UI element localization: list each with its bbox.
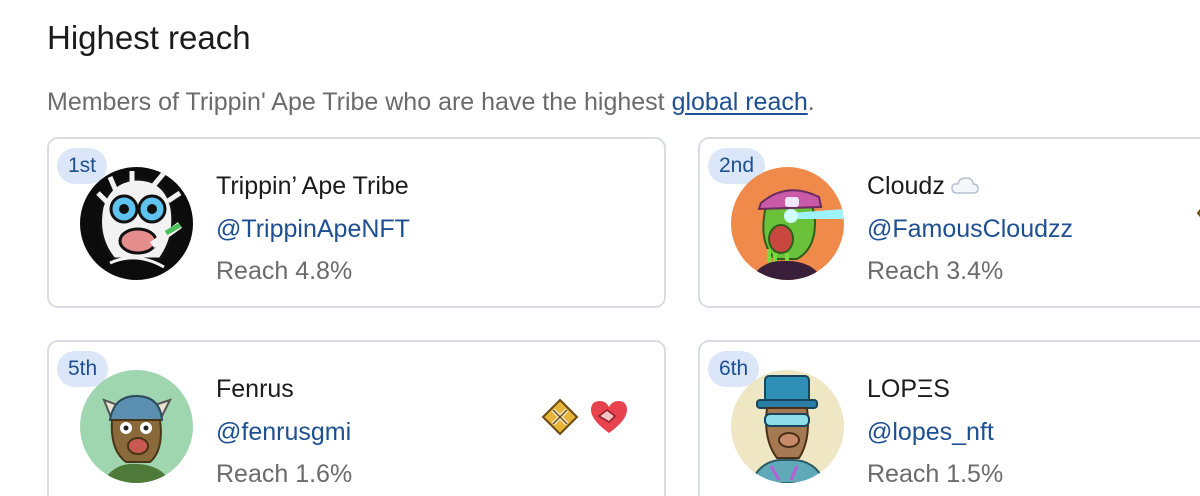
tools-diamond-icon	[1196, 201, 1200, 230]
member-name: Trippin’ Ape Tribe	[216, 172, 409, 200]
avatar[interactable]	[731, 167, 844, 280]
member-reach: Reach 1.5%	[867, 460, 1004, 488]
section-title: Highest reach	[47, 19, 251, 56]
section-description: Members of Trippin' Ape Tribe who are ha…	[47, 88, 815, 116]
member-info: Cloudz @FamousCloudzz Reach 3.4%	[867, 169, 1073, 289]
global-reach-link[interactable]: global reach	[672, 88, 808, 116]
tools-diamond-icon	[541, 398, 579, 441]
member-handle-link[interactable]: @FamousCloudzz	[867, 209, 1073, 249]
cloud-icon	[951, 170, 979, 204]
member-name: Fenrus	[216, 375, 294, 403]
member-info: Trippin’ Ape Tribe @TrippinApeNFT Reach …	[216, 169, 410, 289]
member-info: Fenrus @fenrusgmi Reach 1.6%	[216, 372, 352, 492]
handshake-heart-icon	[589, 398, 629, 441]
member-handle-link[interactable]: @lopes_nft	[867, 412, 1003, 452]
member-reach: Reach 3.4%	[867, 257, 1004, 285]
member-info: LOPΞS @lopes_nft Reach 1.5%	[867, 372, 1003, 492]
member-handle-link[interactable]: @TrippinApeNFT	[216, 209, 410, 249]
member-card[interactable]: 6th LOPΞS @lopes_nft Reach 1.5%	[698, 340, 1200, 496]
member-handle-link[interactable]: @fenrusgmi	[216, 412, 352, 452]
member-name: LOPΞS	[867, 375, 950, 403]
member-reach: Reach 1.6%	[216, 460, 353, 488]
avatar[interactable]	[80, 370, 193, 483]
avatar[interactable]	[80, 167, 193, 280]
member-name: Cloudz	[867, 169, 1073, 209]
member-card[interactable]: 5th Fenrus @fenrusgmi Reach 1.6%	[47, 340, 666, 496]
member-badges	[541, 398, 629, 441]
member-reach: Reach 4.8%	[216, 257, 353, 285]
member-card[interactable]: 2nd Cloudz @FamousCloudzz Reach 3.4%	[698, 137, 1200, 308]
rank-badge: 1st	[57, 148, 108, 184]
avatar[interactable]	[731, 370, 844, 483]
member-card[interactable]: 1st Trippin’ Ape Tribe @TrippinApeNFT Re…	[47, 137, 666, 308]
